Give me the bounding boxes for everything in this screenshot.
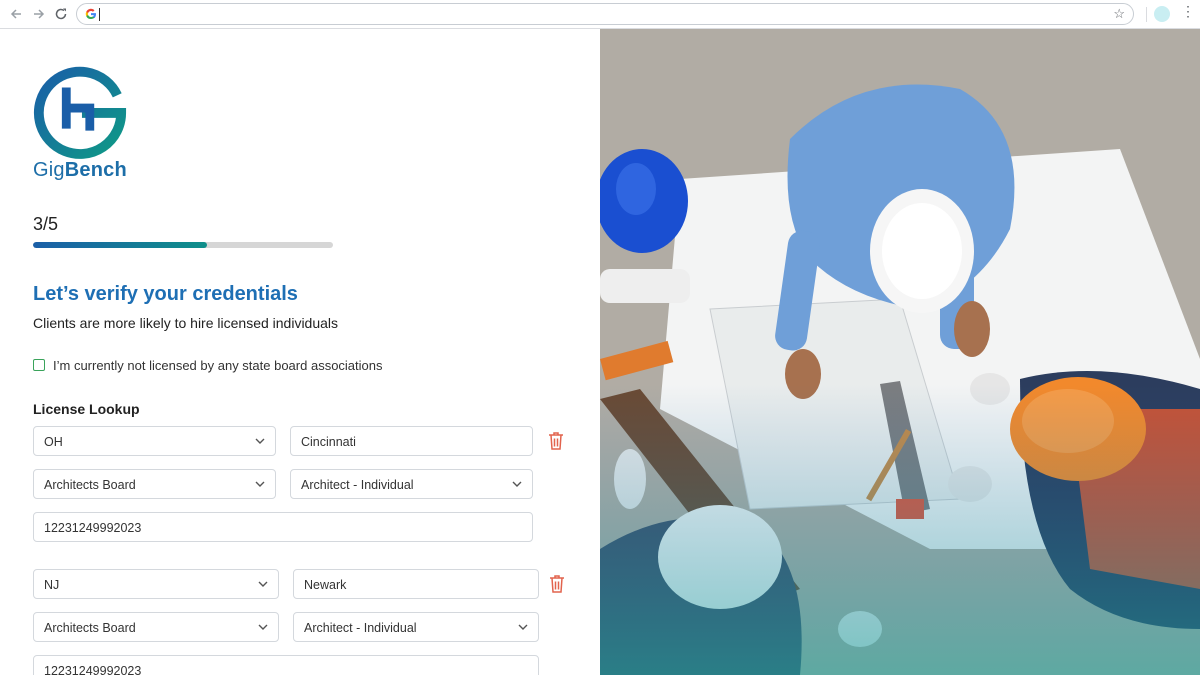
not-licensed-label: I’m currently not licensed by any state …	[53, 357, 383, 373]
back-arrow-icon[interactable]	[8, 6, 24, 22]
license-type-select[interactable]: Architect - Individual	[293, 612, 539, 642]
board-select-value: Architects Board	[44, 621, 136, 635]
city-input[interactable]: Newark	[293, 569, 539, 599]
toolbar-divider	[1146, 7, 1147, 22]
license-lookup-title: License Lookup	[33, 401, 140, 417]
license-type-select-value: Architect - Individual	[301, 478, 414, 492]
step-indicator: 3/5	[33, 214, 59, 234]
not-licensed-option[interactable]: I’m currently not licensed by any state …	[33, 357, 383, 373]
board-select-value: Architects Board	[44, 478, 136, 492]
delete-trash-icon[interactable]	[547, 431, 565, 451]
browser-toolbar: ☆ ⋮	[0, 0, 1200, 29]
delete-trash-icon[interactable]	[548, 574, 566, 594]
chevron-down-icon	[258, 624, 268, 630]
board-select[interactable]: Architects Board	[33, 612, 279, 642]
state-select-value: OH	[44, 435, 63, 449]
chevron-down-icon	[518, 624, 528, 630]
license-number-input[interactable]: 12231249992023	[33, 655, 539, 675]
credentials-form-panel: GigBench 3/5 Let’s verify your credentia…	[0, 29, 600, 675]
progress-bar-fill	[33, 242, 207, 248]
google-icon	[85, 8, 96, 20]
brand-wordmark: GigBench	[33, 159, 127, 182]
license-number-value: 12231249992023	[44, 664, 142, 675]
gigbench-logo-icon	[33, 66, 127, 159]
progress-bar	[33, 242, 333, 248]
construction-team-photo	[600, 29, 1200, 675]
chevron-down-icon	[255, 438, 265, 444]
not-licensed-checkbox[interactable]	[33, 359, 45, 371]
brand-name-part2: Bench	[64, 159, 127, 181]
bookmark-star-icon[interactable]: ☆	[1113, 6, 1125, 22]
state-select[interactable]: NJ	[33, 569, 279, 599]
city-input-value: Cincinnati	[301, 435, 356, 449]
profile-avatar[interactable]	[1154, 6, 1170, 22]
hero-image	[600, 29, 1200, 675]
city-input-value: Newark	[304, 578, 347, 592]
page-subtitle: Clients are more likely to hire licensed…	[33, 315, 339, 331]
menu-dots-icon[interactable]: ⋮	[1181, 4, 1195, 18]
chevron-down-icon	[255, 481, 265, 487]
license-number-value: 12231249992023	[44, 521, 142, 535]
brand-name-part1: Gig	[33, 159, 65, 181]
license-type-select[interactable]: Architect - Individual	[290, 469, 533, 499]
city-input[interactable]: Cincinnati	[290, 426, 533, 456]
state-select[interactable]: OH	[33, 426, 276, 456]
license-number-input[interactable]: 12231249992023	[33, 512, 533, 542]
board-select[interactable]: Architects Board	[33, 469, 276, 499]
address-bar[interactable]: ☆	[76, 3, 1134, 25]
state-select-value: NJ	[44, 578, 60, 592]
chevron-down-icon	[512, 481, 522, 487]
page-title: Let’s verify your credentials	[33, 283, 298, 305]
text-cursor	[99, 8, 100, 21]
license-type-select-value: Architect - Individual	[304, 621, 417, 635]
chevron-down-icon	[258, 581, 268, 587]
forward-arrow-icon[interactable]	[31, 6, 47, 22]
reload-icon[interactable]	[53, 6, 69, 22]
